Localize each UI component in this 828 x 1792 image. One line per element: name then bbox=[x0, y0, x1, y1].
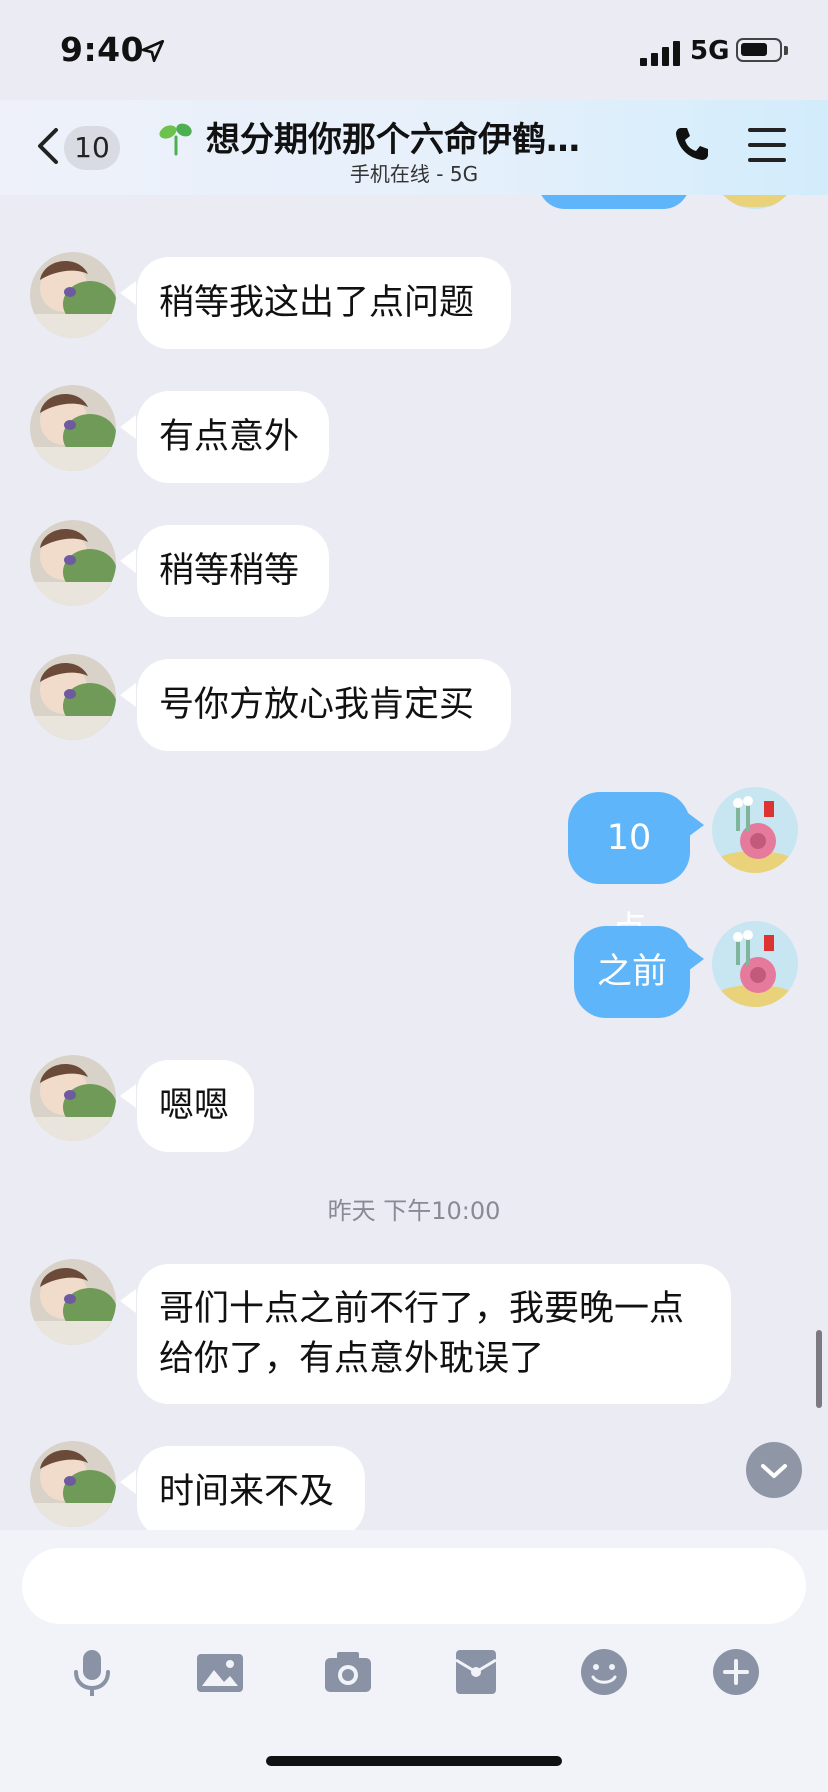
bubble-tail bbox=[120, 1084, 136, 1108]
battery-icon bbox=[736, 38, 788, 62]
chat-header: 10 想分期你那个六命伊鹤… 手机在线 - 5G bbox=[0, 100, 828, 195]
camera-icon[interactable] bbox=[322, 1646, 374, 1698]
scroll-to-bottom-button[interactable] bbox=[746, 1442, 802, 1498]
message-bubble-partial[interactable] bbox=[538, 195, 690, 209]
my-avatar[interactable] bbox=[712, 921, 798, 1007]
contact-avatar[interactable] bbox=[30, 252, 116, 338]
message-bubble[interactable]: 哥们十点之前不行了，我要晚一点 给你了，有点意外耽误了 bbox=[137, 1264, 731, 1404]
menu-icon[interactable] bbox=[748, 128, 786, 162]
location-arrow-icon bbox=[141, 39, 165, 63]
network-type: 5G bbox=[690, 36, 730, 66]
contact-avatar[interactable] bbox=[30, 1055, 116, 1141]
bubble-tail bbox=[688, 947, 704, 971]
bubble-tail bbox=[120, 1289, 136, 1313]
chat-title[interactable]: 想分期你那个六命伊鹤… bbox=[206, 112, 580, 161]
contact-avatar[interactable] bbox=[30, 654, 116, 740]
phone-call-icon[interactable] bbox=[672, 124, 712, 164]
mic-icon[interactable] bbox=[66, 1646, 118, 1698]
message-bubble[interactable]: 有点意外 bbox=[137, 391, 329, 483]
my-avatar[interactable] bbox=[712, 787, 798, 873]
status-bar: 9:40 5G bbox=[0, 0, 828, 100]
contact-avatar[interactable] bbox=[30, 1259, 116, 1345]
scrollbar[interactable] bbox=[816, 1330, 822, 1408]
status-time: 9:40 bbox=[60, 30, 145, 69]
bubble-tail bbox=[120, 549, 136, 573]
message-bubble[interactable]: 稍等稍等 bbox=[137, 525, 329, 617]
home-indicator[interactable] bbox=[266, 1756, 562, 1766]
signal-icon bbox=[640, 40, 680, 66]
red-packet-icon[interactable] bbox=[450, 1646, 502, 1698]
bubble-tail bbox=[120, 415, 136, 439]
input-bar bbox=[0, 1530, 828, 1792]
my-avatar-partial[interactable] bbox=[712, 195, 798, 209]
message-line: 给你了，有点意外耽误了 bbox=[159, 1339, 545, 1379]
contact-avatar[interactable] bbox=[30, 520, 116, 606]
bubble-tail bbox=[120, 281, 136, 305]
message-input[interactable] bbox=[22, 1548, 806, 1624]
contact-avatar[interactable] bbox=[30, 1441, 116, 1527]
message-bubble[interactable]: 10点 bbox=[568, 792, 690, 950]
message-list[interactable]: 稍等我这出了点问题 有点意外 稍等稍等 号你方放心我肯定买 10点 bbox=[0, 195, 828, 1530]
plus-icon[interactable] bbox=[710, 1646, 762, 1698]
emoji-icon[interactable] bbox=[578, 1646, 630, 1698]
message-line: 哥们十点之前不行了，我要晚一点 bbox=[159, 1289, 685, 1329]
message-bubble[interactable]: 稍等我这出了点问题 bbox=[137, 257, 511, 349]
bubble-tail bbox=[120, 683, 136, 707]
sprout-icon bbox=[159, 123, 192, 156]
bubble-tail bbox=[688, 813, 704, 837]
chevron-down-icon bbox=[761, 1464, 787, 1478]
message-bubble[interactable]: 号你方放心我肯定买 bbox=[137, 659, 511, 751]
message-bubble[interactable]: 之前 bbox=[574, 926, 690, 1018]
bubble-tail bbox=[120, 1470, 136, 1494]
message-bubble[interactable]: 时间来不及 bbox=[137, 1446, 365, 1530]
message-timestamp: 昨天 下午10:00 bbox=[327, 1197, 501, 1225]
image-icon[interactable] bbox=[194, 1646, 246, 1698]
contact-avatar[interactable] bbox=[30, 385, 116, 471]
message-bubble[interactable]: 嗯嗯 bbox=[137, 1060, 254, 1152]
